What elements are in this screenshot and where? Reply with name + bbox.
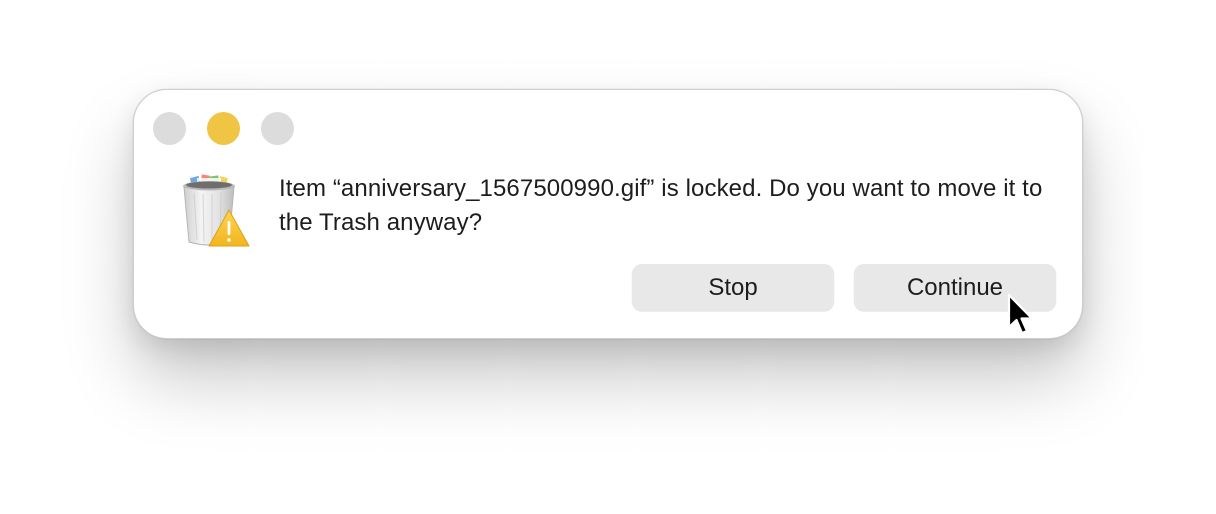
trash-warning-icon <box>179 174 251 250</box>
zoom-window-button[interactable] <box>261 112 294 145</box>
window-controls <box>153 112 294 145</box>
screen: Item “anniversary_1567500990.gif” is loc… <box>0 0 1216 514</box>
close-window-button[interactable] <box>153 112 186 145</box>
alert-dialog: Item “anniversary_1567500990.gif” is loc… <box>133 89 1083 339</box>
minimize-window-button[interactable] <box>207 112 240 145</box>
stop-button[interactable]: Stop <box>632 264 834 311</box>
alert-message: Item “anniversary_1567500990.gif” is loc… <box>279 175 1043 236</box>
continue-button[interactable]: Continue <box>854 264 1056 311</box>
